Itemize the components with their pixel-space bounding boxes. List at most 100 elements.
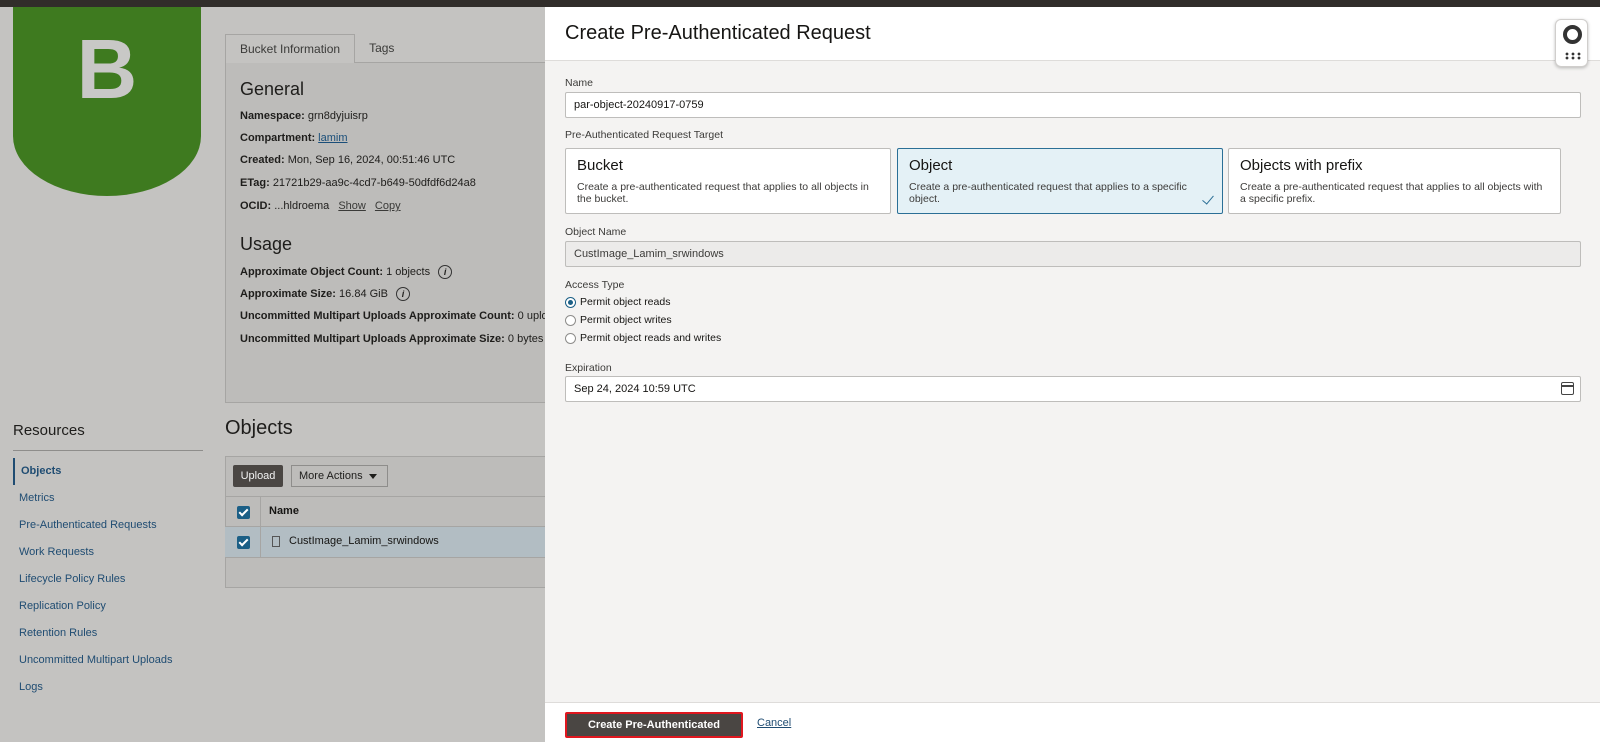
object-name-field[interactable]: CustImage_Lamim_srwindows	[565, 241, 1581, 267]
bucket-logo-letter: B	[76, 22, 138, 116]
general-heading: General	[240, 79, 305, 99]
calendar-icon[interactable]	[1561, 382, 1574, 395]
bucket-details-page: B Bucket Information Tags General Namesp…	[0, 7, 545, 742]
object-count-value: 1 objects	[386, 266, 431, 278]
target-bucket-desc: Create a pre-authenticated request that …	[577, 181, 869, 205]
bucket-tabs: Bucket Information Tags	[225, 34, 408, 63]
etag-row: ETag: 21721b29-aa9c-4cd7-b649-50dfdf6d24…	[240, 177, 476, 189]
radio-permit-reads-label: Permit object reads	[580, 296, 671, 308]
ocid-value: ...hldroema	[274, 200, 330, 212]
table-row[interactable]: CustImage_Lamim_srwindows	[225, 527, 545, 558]
etag-value: 21721b29-aa9c-4cd7-b649-50dfdf6d24a8	[272, 177, 476, 189]
top-bar	[0, 0, 1600, 7]
column-separator	[260, 496, 261, 558]
name-field[interactable]: par-object-20240917-0759	[565, 92, 1581, 118]
objects-table-header: Name	[225, 496, 545, 527]
drawer-header: Create Pre-Authenticated Request	[545, 7, 1600, 61]
expiration-label: Expiration	[565, 362, 612, 374]
multipart-size-row: Uncommitted Multipart Uploads Approximat…	[240, 333, 543, 345]
upload-button[interactable]: Upload	[233, 465, 283, 487]
created-label: Created:	[240, 154, 285, 166]
target-bucket-title: Bucket	[577, 157, 623, 174]
info-icon[interactable]: i	[438, 265, 453, 279]
target-object-desc: Create a pre-authenticated request that …	[909, 181, 1187, 205]
sidebar-item-objects[interactable]: Objects	[13, 458, 203, 485]
more-actions-button[interactable]: More Actions	[291, 465, 388, 487]
multipart-count-label: Uncommitted Multipart Uploads Approximat…	[240, 310, 515, 322]
multipart-count-row: Uncommitted Multipart Uploads Approximat…	[240, 310, 545, 322]
resources-nav: Objects Metrics Pre-Authenticated Reques…	[13, 458, 203, 701]
size-label: Approximate Size:	[240, 288, 336, 300]
ocid-row: OCID: ...hldroema Show Copy	[240, 200, 401, 212]
create-par-button[interactable]: Create Pre-Authenticated Request	[565, 712, 743, 742]
expiration-value: Sep 24, 2024 10:59 UTC	[574, 383, 696, 395]
sidebar-item-work-requests[interactable]: Work Requests	[13, 539, 203, 566]
target-prefix-desc: Create a pre-authenticated request that …	[1240, 181, 1543, 205]
tab-tags[interactable]: Tags	[355, 34, 408, 63]
expiration-field[interactable]: Sep 24, 2024 10:59 UTC	[565, 376, 1581, 402]
multipart-size-label: Uncommitted Multipart Uploads Approximat…	[240, 333, 505, 345]
ocid-show-link[interactable]: Show	[338, 200, 366, 212]
target-object-title: Object	[909, 157, 953, 174]
sidebar-item-replication-policy[interactable]: Replication Policy	[13, 593, 203, 620]
resources-heading: Resources	[13, 422, 85, 439]
target-prefix-title: Objects with prefix	[1240, 157, 1363, 174]
object-name-cell[interactable]: CustImage_Lamim_srwindows	[289, 535, 439, 547]
column-header-name[interactable]: Name	[269, 505, 299, 517]
namespace-label: Namespace:	[240, 110, 305, 122]
select-all-checkbox[interactable]	[237, 506, 250, 519]
file-icon	[272, 536, 280, 547]
radio-permit-writes-label: Permit object writes	[580, 314, 672, 326]
radio-permit-reads-writes-label: Permit object reads and writes	[580, 332, 722, 344]
more-actions-label: More Actions	[299, 470, 363, 482]
object-name-label: Object Name	[565, 226, 627, 238]
radio-permit-reads-writes[interactable]: Permit object reads and writes	[565, 330, 721, 346]
created-row: Created: Mon, Sep 16, 2024, 00:51:46 UTC	[240, 154, 455, 166]
sidebar-item-metrics[interactable]: Metrics	[13, 485, 203, 512]
size-value: 16.84 GiB	[339, 288, 388, 300]
namespace-value: grn8dyjuisrp	[307, 110, 368, 122]
sidebar-item-pre-authenticated-requests[interactable]: Pre-Authenticated Requests	[13, 512, 203, 539]
compartment-link[interactable]: lamim	[318, 132, 347, 144]
row-checkbox[interactable]	[237, 536, 250, 549]
usage-heading: Usage	[240, 234, 293, 254]
drawer-footer: Create Pre-Authenticated Request Cancel	[545, 702, 1600, 742]
compartment-label: Compartment:	[240, 132, 316, 144]
etag-label: ETag:	[240, 177, 270, 189]
radio-icon[interactable]	[565, 314, 576, 326]
help-lifebuoy-icon[interactable]	[1563, 25, 1582, 44]
ocid-label: OCID:	[240, 200, 272, 212]
bucket-logo: B	[13, 7, 201, 196]
cancel-link[interactable]: Cancel	[757, 717, 791, 729]
target-object-card[interactable]: Object Create a pre-authenticated reques…	[897, 148, 1223, 214]
namespace-row: Namespace: grn8dyjuisrp	[240, 110, 368, 122]
multipart-size-value: 0 bytes	[507, 333, 544, 345]
name-label: Name	[565, 77, 594, 89]
target-prefix-card[interactable]: Objects with prefix Create a pre-authent…	[1228, 148, 1561, 214]
target-label: Pre-Authenticated Request Target	[565, 129, 723, 141]
sidebar-item-logs[interactable]: Logs	[13, 674, 203, 701]
created-value: Mon, Sep 16, 2024, 00:51:46 UTC	[287, 154, 456, 166]
size-row: Approximate Size: 16.84 GiB i	[240, 287, 410, 301]
multipart-count-value: 0 uploa	[517, 310, 545, 322]
object-count-label: Approximate Object Count:	[240, 266, 384, 278]
radio-permit-writes[interactable]: Permit object writes	[565, 312, 672, 328]
tab-bucket-information[interactable]: Bucket Information	[225, 34, 356, 63]
sidebar-item-uncommitted-multipart-uploads[interactable]: Uncommitted Multipart Uploads	[13, 647, 203, 674]
ocid-copy-link[interactable]: Copy	[375, 200, 401, 212]
sidebar-item-retention-rules[interactable]: Retention Rules	[13, 620, 203, 647]
radio-permit-reads[interactable]: Permit object reads	[565, 294, 670, 310]
sidebar-item-lifecycle-policy-rules[interactable]: Lifecycle Policy Rules	[13, 566, 203, 593]
apps-grid-icon[interactable]	[1564, 52, 1581, 60]
resources-divider	[13, 450, 203, 451]
radio-selected-icon[interactable]	[565, 296, 576, 308]
object-count-row: Approximate Object Count: 1 objects i	[240, 265, 453, 279]
objects-heading: Objects	[225, 417, 293, 439]
compartment-row: Compartment: lamim	[240, 132, 348, 144]
radio-icon[interactable]	[565, 332, 576, 344]
drawer-title: Create Pre-Authenticated Request	[565, 22, 871, 44]
access-type-label: Access Type	[565, 279, 625, 291]
help-widget[interactable]	[1555, 19, 1588, 67]
info-icon[interactable]: i	[395, 287, 410, 301]
target-bucket-card[interactable]: Bucket Create a pre-authenticated reques…	[565, 148, 891, 214]
